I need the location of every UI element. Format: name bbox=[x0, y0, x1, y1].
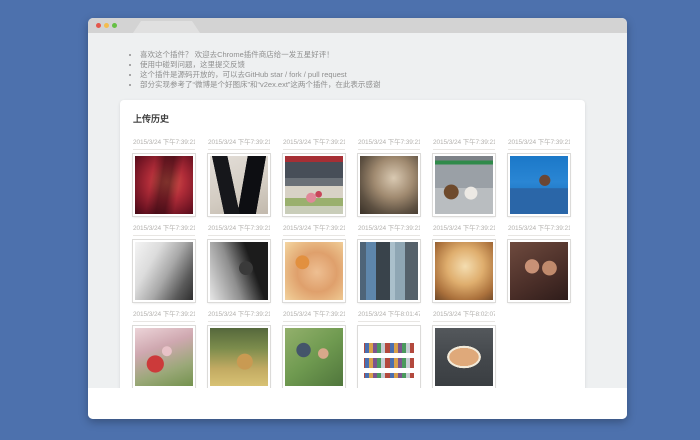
thumbnail-tabby-cat[interactable] bbox=[358, 154, 420, 216]
upload-history-card: 上传历史 2015/3/24 下午7:39:21 2015/3/24 下午7:3… bbox=[120, 100, 585, 400]
upload-history-grid: 2015/3/24 下午7:39:21 2015/3/24 下午7:39:21 … bbox=[133, 136, 572, 388]
upload-timestamp: 2015/3/24 下午7:39:21 bbox=[283, 136, 345, 150]
notice-item: 使用中碰到问题，这里提交反馈 bbox=[140, 60, 627, 69]
upload-timestamp: 2015/3/24 下午7:39:21 bbox=[433, 222, 495, 236]
thumbnail-microsoft-keynote-speaker[interactable] bbox=[508, 154, 570, 216]
thumbnail-warm-wedding-kiss[interactable] bbox=[433, 240, 495, 302]
page-footer-strip bbox=[88, 388, 627, 419]
browser-titlebar bbox=[88, 18, 627, 33]
history-item: 2015/3/24 下午7:39:21 bbox=[208, 308, 270, 388]
thumbnail-bw-groom-ring-box[interactable] bbox=[208, 240, 270, 302]
upload-timestamp: 2015/3/24 下午8:02:07 bbox=[433, 308, 495, 322]
thumbnail-street-mascots[interactable] bbox=[433, 154, 495, 216]
history-item: 2015/3/24 下午7:39:21 bbox=[208, 222, 270, 302]
history-item: 2015/3/24 下午7:39:21 bbox=[433, 222, 495, 302]
upload-timestamp: 2015/3/24 下午7:39:21 bbox=[283, 308, 345, 322]
history-item: 2015/3/24 下午7:39:21 bbox=[358, 222, 420, 302]
history-item: 2015/3/24 下午7:39:21 bbox=[283, 222, 345, 302]
upload-timestamp: 2015/3/24 下午7:39:21 bbox=[358, 222, 420, 236]
history-item: 2015/3/24 下午7:39:21 bbox=[508, 222, 570, 302]
thumbnail-cherry-blossom-selfie[interactable] bbox=[133, 326, 195, 388]
thumbnail-phone-unboxing[interactable] bbox=[208, 154, 270, 216]
upload-timestamp: 2015/3/24 下午8:01:47 bbox=[358, 308, 420, 322]
upload-timestamp: 2015/3/24 下午7:39:21 bbox=[133, 222, 195, 236]
notice-item: 这个插件是源码开放的，可以去GitHub star / fork / pull … bbox=[140, 70, 627, 79]
history-item: 2015/3/24 下午8:02:07 bbox=[433, 308, 495, 388]
upload-timestamp: 2015/3/24 下午7:39:21 bbox=[283, 222, 345, 236]
maximize-button[interactable] bbox=[112, 23, 117, 28]
upload-timestamp: 2015/3/24 下午7:39:21 bbox=[133, 136, 195, 150]
upload-timestamp: 2015/3/24 下午7:39:21 bbox=[433, 136, 495, 150]
upload-timestamp: 2015/3/24 下午7:39:21 bbox=[133, 308, 195, 322]
minimize-button[interactable] bbox=[104, 23, 109, 28]
notice-item: 部分实现参考了“微博是个好图床”和“v2ex.ext”这两个插件，在此表示感谢 bbox=[140, 80, 627, 89]
history-item: 2015/3/24 下午7:39:21 bbox=[283, 136, 345, 216]
page-content: 喜欢这个插件？ 欢迎去Chrome插件商店给一发五星好评！使用中碰到问题，这里提… bbox=[88, 33, 627, 419]
traffic-lights bbox=[96, 23, 117, 28]
page-main-area: 喜欢这个插件？ 欢迎去Chrome插件商店给一发五星好评！使用中碰到问题，这里提… bbox=[88, 33, 627, 388]
thumbnail-two-girls-portrait[interactable] bbox=[508, 240, 570, 302]
notice-item: 喜欢这个插件？ 欢迎去Chrome插件商店给一发五星好评！ bbox=[140, 50, 627, 59]
thumbnail-office-desk-flowers[interactable] bbox=[283, 154, 345, 216]
history-item: 2015/3/24 下午7:39:21 bbox=[283, 308, 345, 388]
history-item: 2015/3/24 下午7:39:21 bbox=[508, 136, 570, 216]
thumbnail-history-page-screenshot[interactable] bbox=[358, 326, 420, 388]
notice-list: 喜欢这个插件？ 欢迎去Chrome插件商店给一发五星好评！使用中碰到问题，这里提… bbox=[88, 33, 627, 89]
history-item: 2015/3/24 下午7:39:21 bbox=[433, 136, 495, 216]
history-item: 2015/3/24 下午7:39:21 bbox=[133, 136, 195, 216]
thumbnail-bw-wedding-dance[interactable] bbox=[133, 240, 195, 302]
upload-timestamp: 2015/3/24 下午7:39:21 bbox=[358, 136, 420, 150]
browser-tab[interactable] bbox=[133, 21, 200, 33]
thumbnail-red-concert-guitarist[interactable] bbox=[133, 154, 195, 216]
history-item: 2015/3/24 下午7:39:21 bbox=[133, 308, 195, 388]
page-title: 上传历史 bbox=[133, 112, 572, 125]
upload-timestamp: 2015/3/24 下午7:39:21 bbox=[208, 222, 270, 236]
history-item: 2015/3/24 下午7:39:21 bbox=[358, 136, 420, 216]
thumbnail-cow-under-trees[interactable] bbox=[208, 326, 270, 388]
history-item: 2015/3/24 下午8:01:47 bbox=[358, 308, 420, 388]
browser-window: 喜欢这个插件？ 欢迎去Chrome插件商店给一发五星好评！使用中碰到问题，这里提… bbox=[88, 18, 627, 419]
thumbnail-hands-with-ring[interactable] bbox=[283, 240, 345, 302]
history-item: 2015/3/24 下午7:39:21 bbox=[208, 136, 270, 216]
upload-timestamp: 2015/3/24 下午7:39:21 bbox=[508, 136, 570, 150]
upload-timestamp: 2015/3/24 下午7:39:21 bbox=[208, 308, 270, 322]
upload-timestamp: 2015/3/24 下午7:39:21 bbox=[508, 222, 570, 236]
upload-timestamp: 2015/3/24 下午7:39:21 bbox=[208, 136, 270, 150]
history-item: 2015/3/24 下午7:39:21 bbox=[133, 222, 195, 302]
thumbnail-lightbox-overlay-screenshot[interactable] bbox=[433, 326, 495, 388]
thumbnail-couple-covering-mouths[interactable] bbox=[283, 326, 345, 388]
close-button[interactable] bbox=[96, 23, 101, 28]
thumbnail-couple-by-window[interactable] bbox=[358, 240, 420, 302]
